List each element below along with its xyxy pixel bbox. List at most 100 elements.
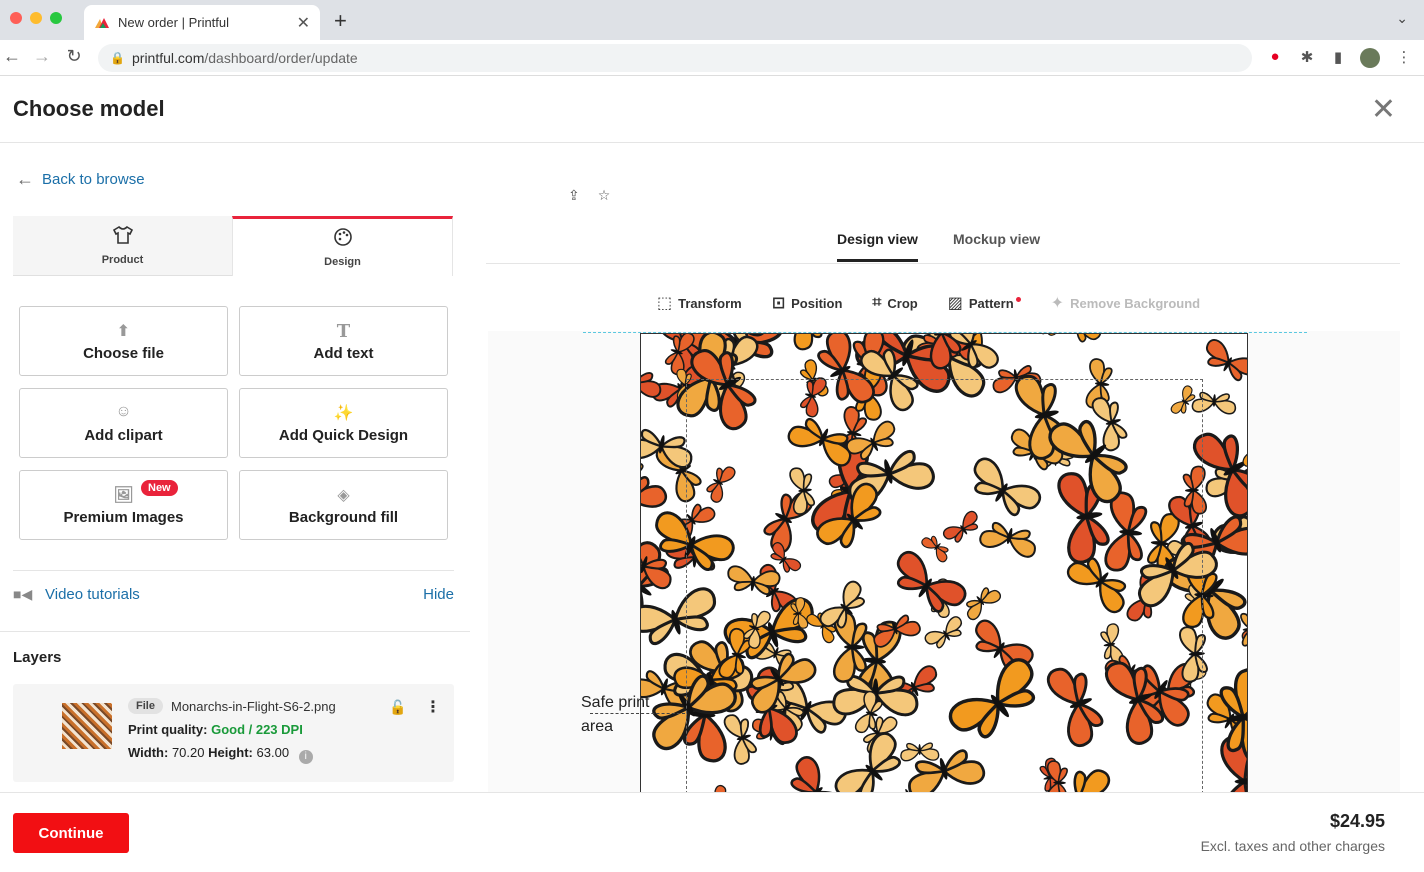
info-icon[interactable]: i: [298, 750, 313, 764]
position-label: Position: [791, 295, 843, 311]
sparkle-icon: ✨: [333, 404, 354, 422]
tab-design[interactable]: Design: [232, 216, 453, 276]
tab-product-label: Product: [101, 254, 144, 266]
url-path: /dashboard/order/update: [204, 50, 358, 66]
lock-icon: 🔒: [110, 51, 125, 65]
forward-nav-icon[interactable]: →: [30, 46, 54, 67]
panel-tabs: Product Design: [13, 216, 453, 276]
position-tool[interactable]: ⊡ Position: [772, 293, 843, 313]
width-value: 70.20: [171, 745, 205, 760]
divider: [0, 631, 470, 632]
add-text-label: Add text: [313, 344, 374, 362]
height-value: 63.00: [256, 745, 290, 760]
back-to-browse-link[interactable]: ← Back to browse: [16, 169, 145, 190]
design-canvas[interactable]: [640, 333, 1248, 793]
background-fill-button[interactable]: ◈ Background fill: [239, 470, 448, 540]
layer-item[interactable]: File Monarchs-in-Flight-S6-2.png Print q…: [13, 684, 454, 782]
tab-close-icon[interactable]: ✕: [297, 13, 310, 33]
more-options-icon[interactable]: ⋮: [425, 697, 441, 717]
tab-design-label: Design: [324, 256, 361, 268]
profile-avatar[interactable]: [1360, 48, 1380, 68]
minimize-window-icon[interactable]: [30, 12, 42, 24]
continue-button[interactable]: Continue: [13, 813, 129, 853]
layer-dimensions: Width: 70.20 Height: 63.00 i: [128, 745, 313, 764]
side-panel-icon[interactable]: ▮: [1328, 48, 1348, 68]
print-quality-value: Good / 223 DPI: [211, 722, 303, 737]
price-note: Excl. taxes and other charges: [1200, 838, 1385, 854]
text-icon: T: [336, 320, 351, 342]
layer-thumbnail: [62, 703, 112, 749]
print-quality: Print quality: Good / 223 DPI: [128, 722, 303, 737]
butterfly-pattern-image: [641, 334, 1247, 793]
paint-bucket-icon: ◈: [337, 486, 350, 504]
palette-icon: [332, 227, 354, 252]
editor-area: Design view Mockup view ⬚ Transform ⊡ Po…: [470, 143, 1424, 793]
lock-icon[interactable]: 🔓: [389, 699, 406, 716]
pattern-label: Pattern: [968, 295, 1014, 311]
video-camera-icon: ■◀: [13, 586, 33, 602]
upload-icon: ⬆: [116, 322, 131, 340]
transform-tool[interactable]: ⬚ Transform: [657, 293, 742, 313]
reload-icon[interactable]: ↻: [62, 46, 86, 67]
close-icon[interactable]: ✕: [1371, 92, 1396, 127]
tab-title: New order | Printful: [118, 15, 230, 30]
layer-filename: Monarchs-in-Flight-S6-2.png: [171, 699, 336, 714]
safe-label-line-1: Safe print: [581, 694, 650, 711]
remove-background-label: Remove Background: [1070, 295, 1201, 311]
premium-images-label: Premium Images: [63, 508, 184, 526]
position-icon: ⊡: [771, 295, 786, 312]
new-badge: New: [141, 480, 178, 496]
add-clipart-button[interactable]: ☺ Add clipart: [19, 388, 228, 458]
background-fill-label: Background fill: [288, 508, 399, 526]
width-label: Width:: [128, 745, 169, 760]
remove-background-tool[interactable]: ✦ Remove Background: [1051, 293, 1200, 313]
page-title: Choose model: [13, 96, 165, 121]
printful-favicon-icon: [95, 17, 109, 28]
editor-toolbar: ⬚ Transform ⊡ Position ⌗ Crop ▨ Pattern …: [657, 293, 1200, 313]
tab-product[interactable]: Product: [13, 216, 232, 276]
price: $24.95: [1329, 811, 1385, 831]
magic-wand-icon: ✦: [1050, 295, 1065, 312]
layers-title: Layers: [13, 649, 62, 666]
view-tabs: Design view Mockup view: [486, 221, 1400, 264]
tshirt-icon: [112, 225, 134, 250]
pattern-tool[interactable]: ▨ Pattern: [948, 293, 1021, 313]
safe-label-line-2: area: [581, 718, 614, 735]
address-bar[interactable]: 🔒 printful.com/dashboard/order/update ⇪ …: [98, 44, 1252, 203]
video-tutorials-link[interactable]: Video tutorials: [45, 586, 140, 603]
add-text-button[interactable]: T Add text: [239, 306, 448, 376]
footer: Continue $24.95 Excl. taxes and other ch…: [0, 792, 1424, 872]
browser-tab[interactable]: New order | Printful ✕: [84, 5, 320, 40]
choose-file-label: Choose file: [83, 344, 164, 362]
extensions-puzzle-icon[interactable]: ✱: [1297, 48, 1317, 68]
file-chip: File: [128, 698, 163, 714]
video-tutorials-row: ■◀ Video tutorials Hide: [13, 570, 454, 618]
safe-print-area-label: Safe print area: [581, 691, 649, 739]
crop-label: Crop: [887, 295, 918, 311]
back-nav-icon[interactable]: ←: [0, 46, 24, 67]
add-quick-design-label: Add Quick Design: [278, 426, 409, 444]
notification-dot: [1015, 296, 1021, 302]
tab-mockup-view[interactable]: Mockup view: [953, 231, 1040, 259]
hide-link[interactable]: Hide: [423, 586, 454, 603]
crop-icon: ⌗: [872, 294, 882, 311]
add-quick-design-button[interactable]: ✨ Add Quick Design: [239, 388, 448, 458]
design-actions-grid: ⬆ Choose file T Add text ☺ Add clipart ✨…: [19, 306, 449, 540]
chrome-menu-icon[interactable]: ⋮: [1394, 48, 1414, 68]
height-label: Height:: [208, 745, 253, 760]
premium-images-button[interactable]: 🖼 New Premium Images: [19, 470, 228, 540]
tab-design-view[interactable]: Design view: [837, 231, 918, 262]
back-label: Back to browse: [42, 171, 145, 188]
browser-toolbar: ← → ↻ 🔒 printful.com/dashboard/order/upd…: [0, 40, 1424, 203]
close-window-icon[interactable]: [10, 12, 22, 24]
tab-search-chevron-icon[interactable]: ⌄: [1396, 10, 1408, 27]
new-tab-icon[interactable]: +: [334, 8, 347, 34]
add-clipart-label: Add clipart: [84, 426, 163, 444]
print-quality-label: Print quality:: [128, 722, 208, 737]
pinterest-icon[interactable]: ●: [1265, 48, 1285, 68]
arrow-left-icon: ←: [16, 169, 34, 189]
maximize-window-icon[interactable]: [50, 12, 62, 24]
url-domain: printful.com: [132, 50, 205, 66]
choose-file-button[interactable]: ⬆ Choose file: [19, 306, 228, 376]
crop-tool[interactable]: ⌗ Crop: [872, 293, 917, 313]
